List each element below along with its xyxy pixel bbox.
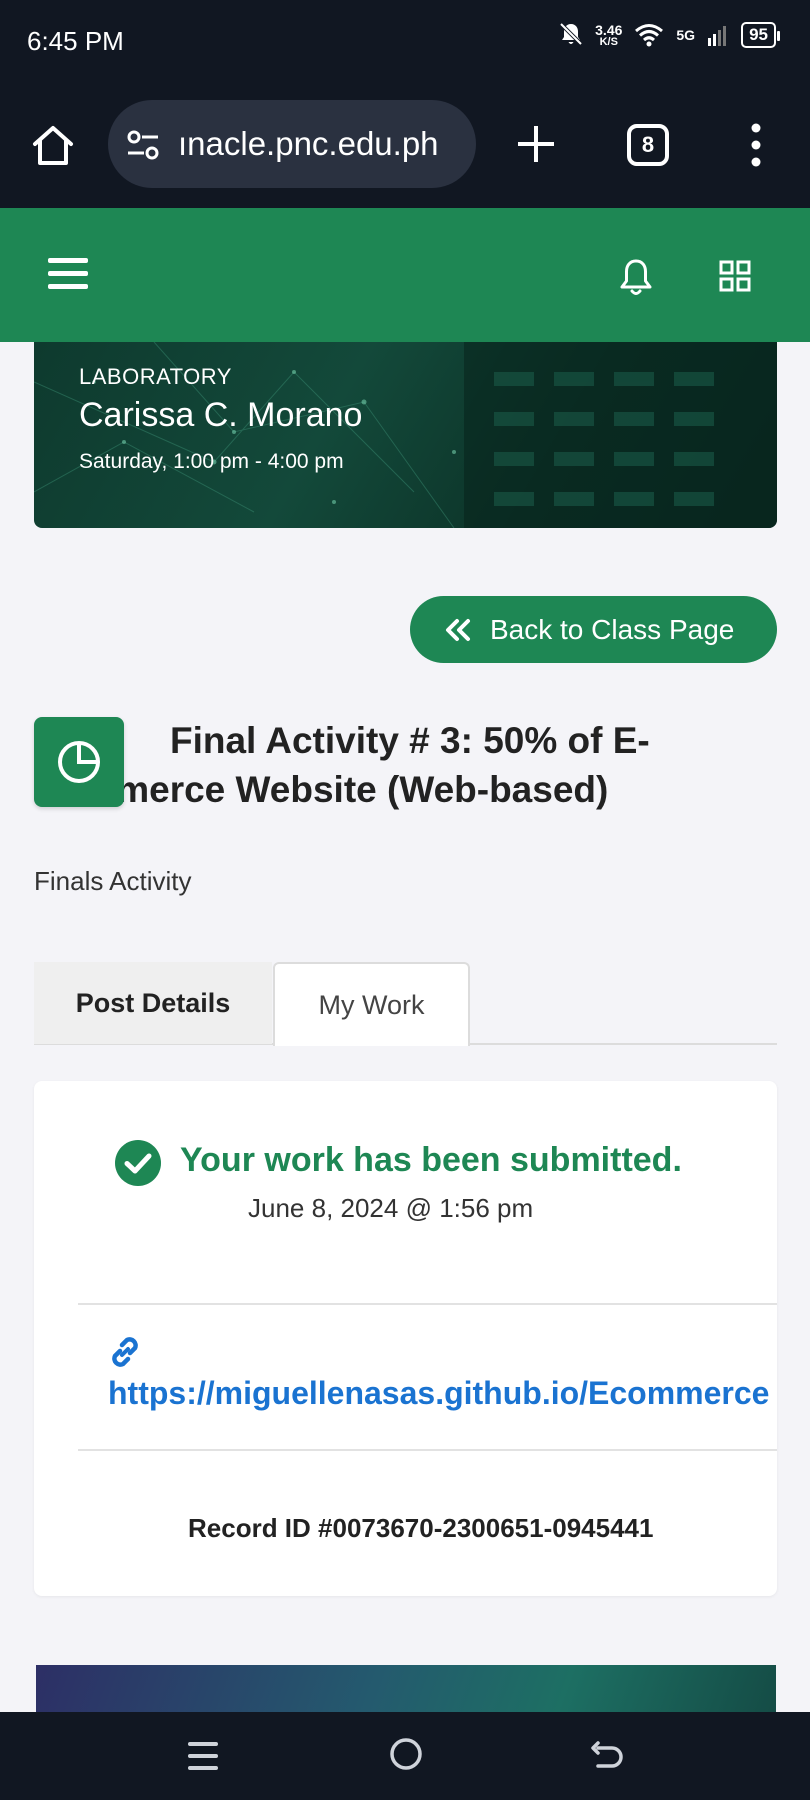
url-text[interactable]: ınacle.pnc.edu.ph (178, 100, 466, 188)
class-banner: LABORATORY Carissa C. Morano Saturday, 1… (34, 342, 777, 528)
wifi-icon (635, 24, 664, 47)
pie-chart-icon (58, 741, 100, 783)
submission-status: Your work has been submitted. (180, 1141, 682, 1179)
link-icon[interactable] (106, 1333, 144, 1371)
hamburger-icon[interactable] (48, 256, 88, 292)
back-to-class-button[interactable]: Back to Class Page (410, 596, 777, 663)
teacher-name: Carissa C. Morano (79, 396, 363, 434)
divider (78, 1449, 777, 1451)
submission-date: June 8, 2024 @ 1:56 pm (248, 1193, 534, 1223)
plus-icon[interactable] (514, 122, 558, 166)
status-icons: 3.46 K/S 5G 95 (559, 22, 780, 48)
net-speed-unit: K/S (599, 35, 618, 48)
activity-category: Finals Activity (34, 866, 192, 896)
class-type-label: LABORATORY (79, 364, 232, 389)
submission-card: Your work has been submitted. June 8, 20… (34, 1081, 777, 1596)
activity-type-badge (34, 717, 124, 807)
tab-post-details[interactable]: Post Details (34, 962, 272, 1044)
record-id: Record ID #0073670-2300651-0945441 (188, 1513, 654, 1543)
bell-icon[interactable] (617, 257, 655, 297)
grid-icon[interactable] (719, 260, 751, 292)
divider (78, 1303, 777, 1305)
browser-toolbar: ınacle.pnc.edu.ph 8 (0, 82, 810, 208)
home-icon[interactable] (30, 122, 76, 168)
network-type: 5G (676, 27, 696, 43)
class-schedule: Saturday, 1:00 pm - 4:00 pm (79, 450, 344, 473)
net-speed-value: 3.46 (595, 21, 623, 38)
bell-off-icon (559, 22, 583, 46)
more-vert-icon[interactable] (740, 122, 772, 168)
back-button-label: Back to Class Page (490, 613, 735, 645)
activity-title: Final Activity # 3: 50% of E-Commerce We… (34, 720, 650, 810)
app-header (0, 208, 810, 342)
address-bar[interactable]: ınacle.pnc.edu.ph (108, 100, 476, 188)
recents-icon[interactable] (186, 1738, 220, 1774)
status-bar: 6:45 PM 3.46 K/S 5G 95 (0, 0, 810, 82)
nav-home-icon[interactable] (388, 1736, 424, 1772)
system-navigation-bar (0, 1712, 810, 1800)
tune-icon[interactable] (126, 128, 160, 162)
nav-back-icon[interactable] (590, 1738, 624, 1774)
net-speed: 3.46 K/S (595, 23, 622, 48)
submission-link[interactable]: https://miguellenasas.github.io/Ecommerc… (108, 1375, 769, 1412)
tab-my-work[interactable]: My Work (273, 962, 470, 1046)
battery-indicator: 95 (741, 22, 780, 48)
check-circle-icon (115, 1140, 161, 1186)
signal-icon (708, 26, 727, 46)
status-time: 6:45 PM (27, 26, 124, 56)
tab-switcher-button[interactable]: 8 (627, 124, 669, 166)
double-chevron-left-icon (446, 618, 470, 641)
